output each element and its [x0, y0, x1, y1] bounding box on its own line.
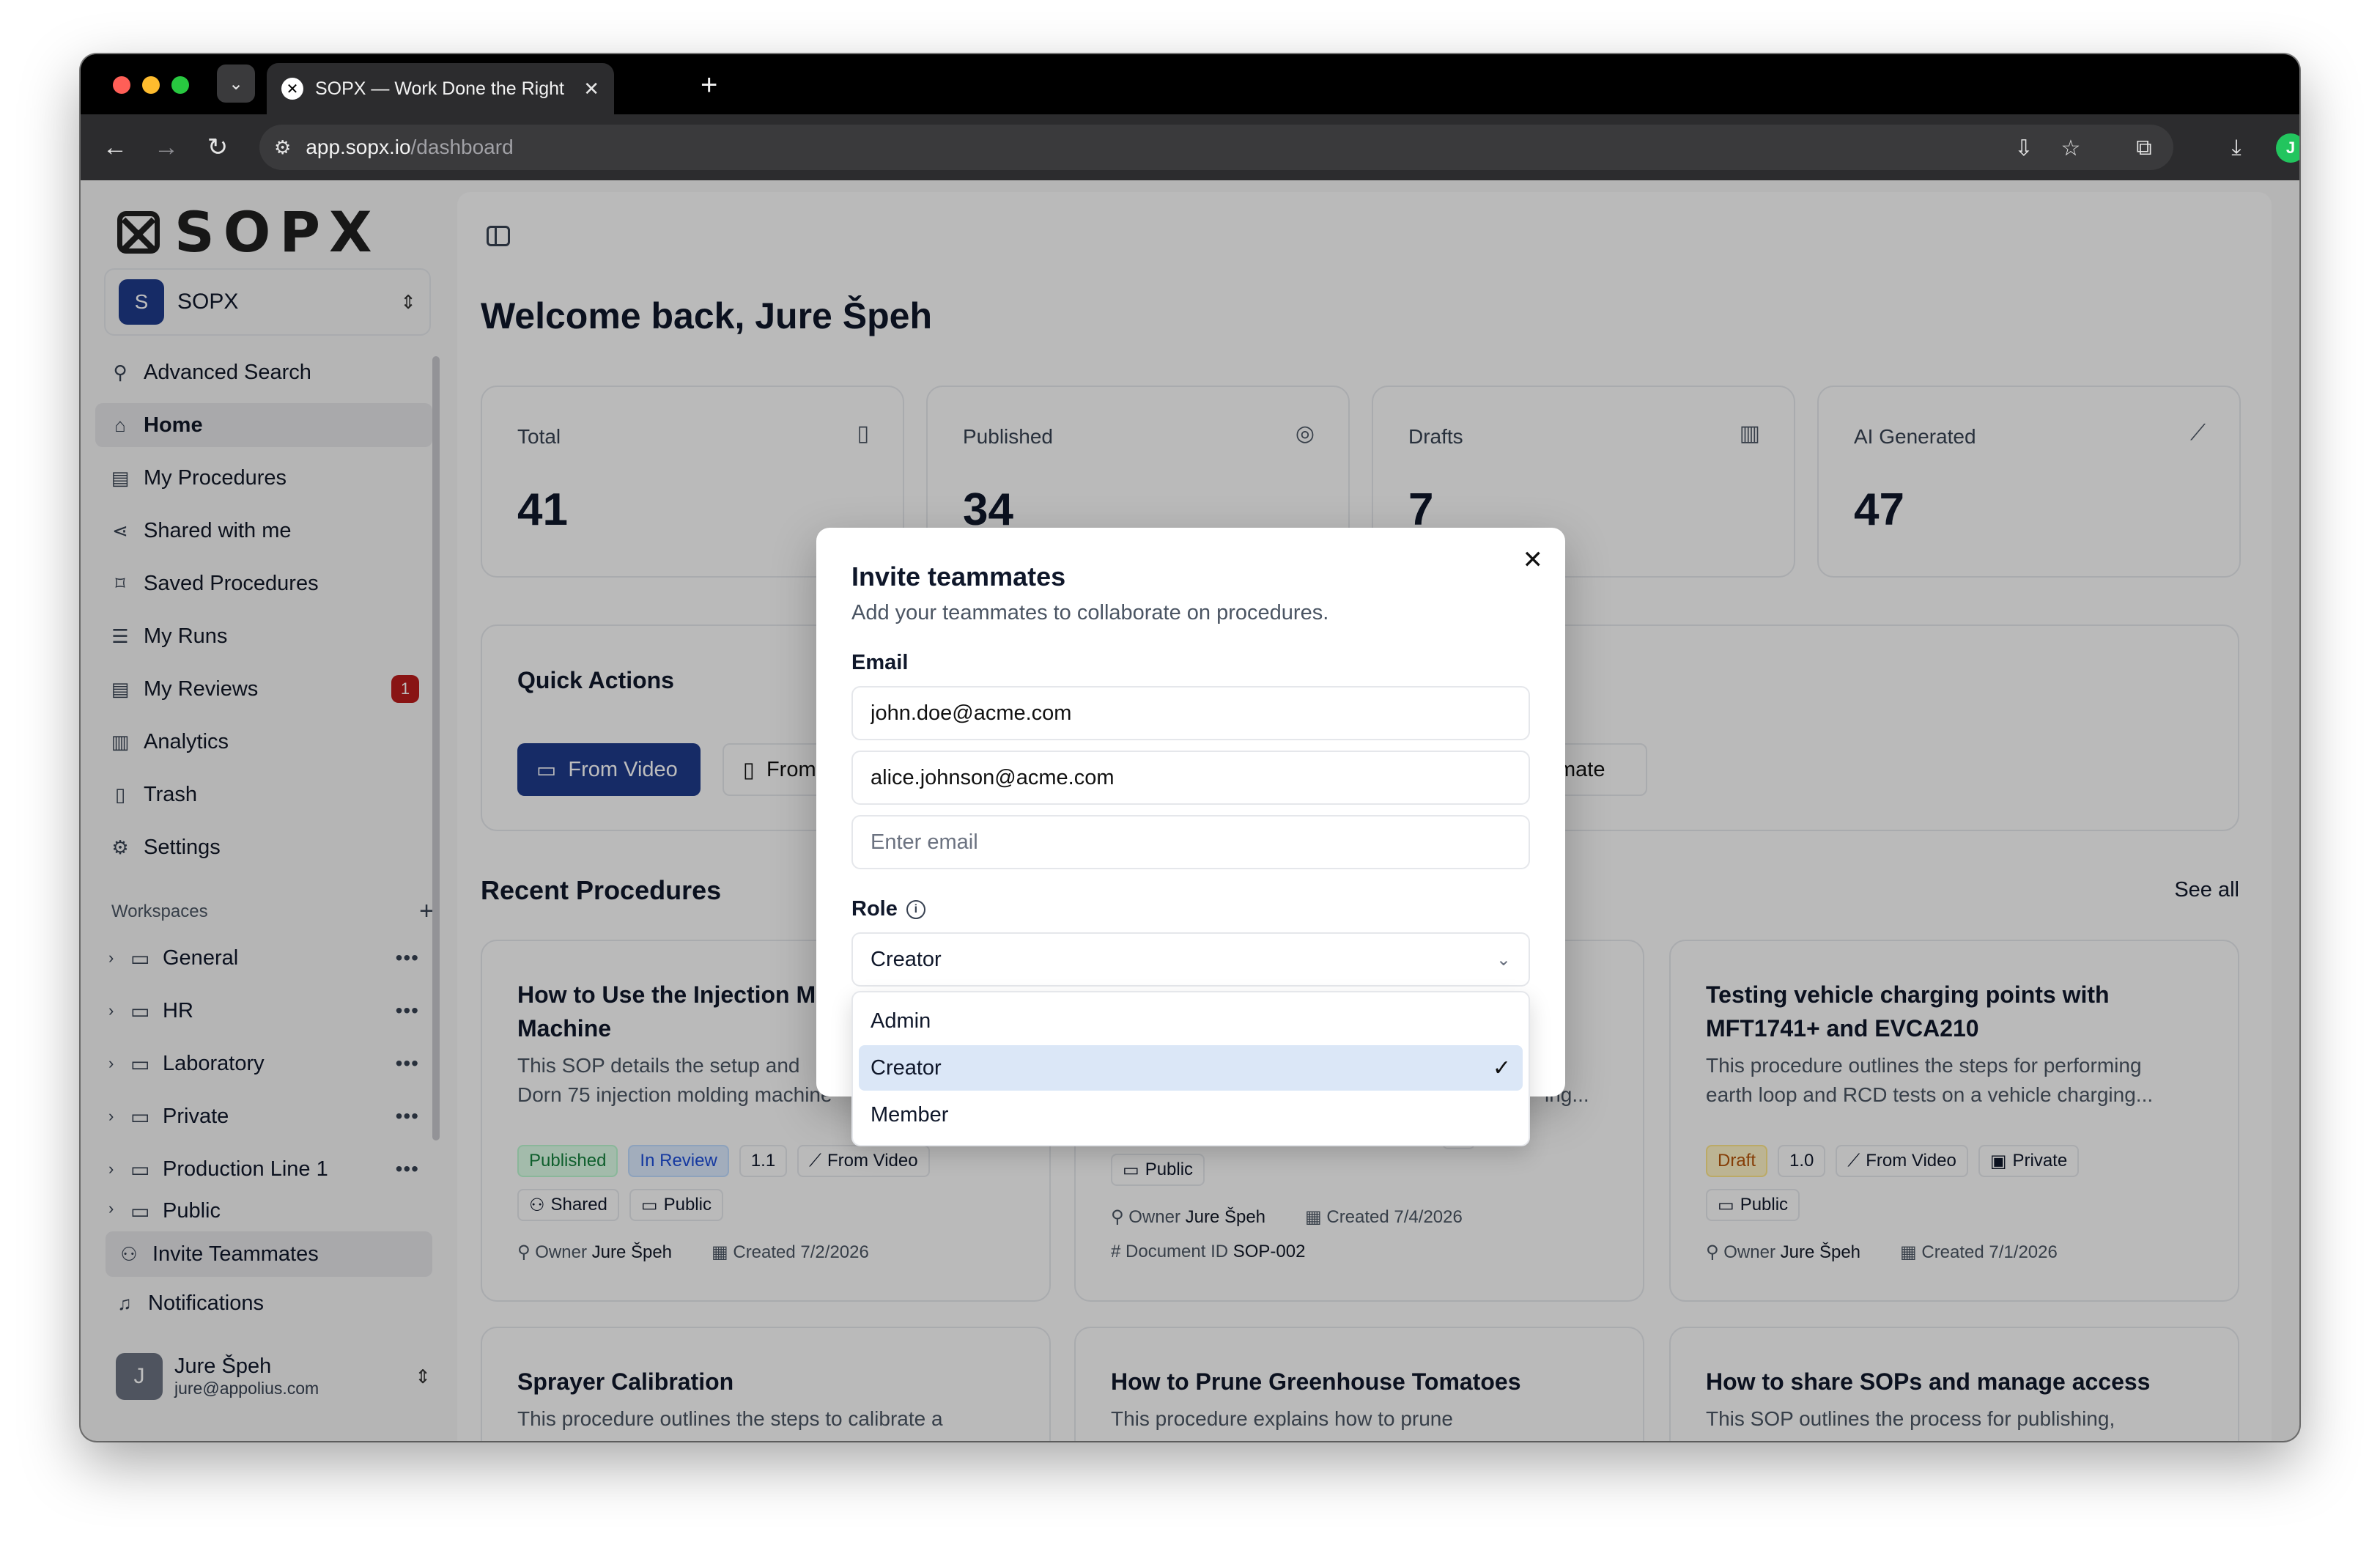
tab-search-button[interactable]: ⌄: [217, 64, 255, 103]
email-field[interactable]: [851, 686, 1530, 740]
bookmark-star-icon[interactable]: ☆: [2055, 132, 2087, 164]
role-label: Role: [851, 897, 898, 921]
role-option-creator[interactable]: Creator ✓: [859, 1045, 1523, 1091]
chevron-down-icon: ⌄: [228, 73, 244, 94]
role-option-admin[interactable]: Admin: [859, 998, 1523, 1044]
address-bar[interactable]: ⚙ app.sopx.io/dashboard: [259, 125, 2173, 170]
profile-button[interactable]: J: [2274, 132, 2299, 164]
url-path: /dashboard: [410, 136, 514, 158]
forward-button[interactable]: →: [149, 130, 183, 164]
new-tab-button[interactable]: +: [701, 69, 717, 102]
role-label-row: Role i: [851, 897, 925, 921]
dialog-title: Invite teammates: [851, 561, 1066, 591]
option-label: Member: [871, 1102, 949, 1127]
option-label: Creator: [871, 1055, 942, 1080]
tab-bar: ⌄ ✕ SOPX — Work Done the Right ✕ +: [81, 54, 2299, 114]
url-host: app.sopx.io: [306, 136, 411, 158]
role-dropdown-menu: Admin Creator ✓ Member: [851, 991, 1530, 1146]
role-select[interactable]: Creator ⌄: [851, 932, 1530, 987]
close-window-button[interactable]: [113, 76, 130, 94]
close-tab-icon[interactable]: ✕: [583, 78, 599, 100]
maximize-window-button[interactable]: [171, 76, 189, 94]
browser-tab[interactable]: ✕ SOPX — Work Done the Right ✕: [267, 63, 614, 114]
reload-button[interactable]: ↻: [201, 130, 234, 164]
downloads-icon[interactable]: ⤓: [2220, 132, 2252, 164]
browser-toolbar: ← → ↻ ⚙ app.sopx.io/dashboard ⇩ ☆ ⧉ ⤓ J …: [81, 114, 2299, 180]
info-icon[interactable]: i: [906, 899, 925, 919]
install-app-icon[interactable]: ⇩: [2008, 132, 2040, 164]
tab-title: SOPX — Work Done the Right: [315, 78, 564, 99]
email-label: Email: [851, 651, 909, 674]
email-field[interactable]: [851, 751, 1530, 805]
check-icon: ✓: [1492, 1055, 1511, 1080]
chevron-down-icon: ⌄: [1496, 949, 1511, 970]
close-icon[interactable]: ✕: [1523, 545, 1544, 575]
minimize-window-button[interactable]: [142, 76, 160, 94]
role-select-value: Creator: [871, 947, 942, 971]
extensions-icon[interactable]: ⧉: [2128, 132, 2160, 164]
role-option-member[interactable]: Member: [859, 1092, 1523, 1138]
dialog-subtitle: Add your teammates to collaborate on pro…: [851, 601, 1329, 624]
option-label: Admin: [871, 1009, 931, 1033]
email-field[interactable]: [851, 815, 1530, 869]
site-settings-icon[interactable]: ⚙: [274, 136, 291, 159]
back-button[interactable]: ←: [98, 130, 132, 164]
sopx-favicon-icon: ✕: [281, 78, 303, 100]
profile-avatar: J: [2276, 133, 2299, 163]
